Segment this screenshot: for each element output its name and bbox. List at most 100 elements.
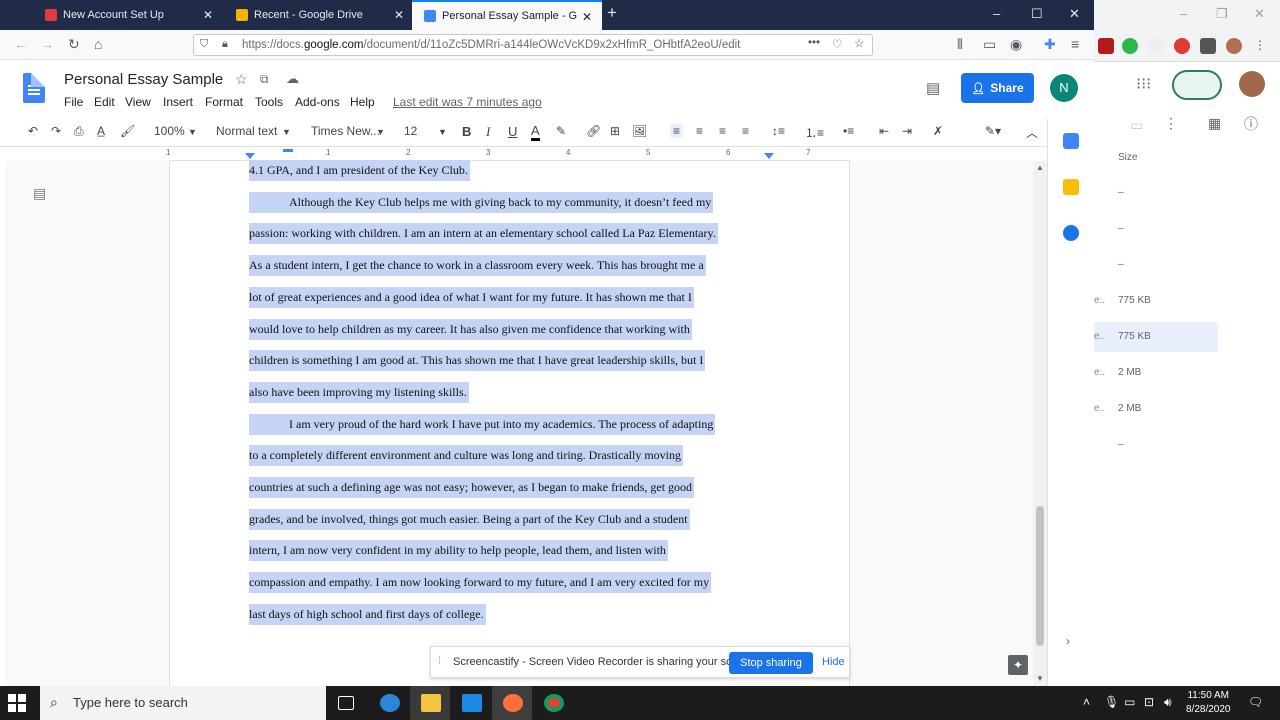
insert-image-icon[interactable]: 🖼︎ xyxy=(632,124,647,138)
back-icon[interactable]: ← xyxy=(14,36,28,52)
document-line[interactable]: intern, I am now very confident in my ab… xyxy=(249,540,668,562)
document-outline-icon[interactable]: ▤ xyxy=(33,185,46,202)
profile-avatar-icon[interactable] xyxy=(1226,38,1242,54)
document-line[interactable]: countries at such a defining age was not… xyxy=(249,477,695,498)
power-icon[interactable]: ▭ xyxy=(1124,695,1135,709)
avatar[interactable] xyxy=(1239,71,1265,97)
document-line[interactable]: would love to help children as my career… xyxy=(249,318,692,340)
comment-icon[interactable]: ▤ xyxy=(926,79,940,97)
collapse-menus-icon[interactable]: ︿ xyxy=(1026,124,1038,141)
scroll-down-icon[interactable]: ▼ xyxy=(1036,674,1044,683)
document-line[interactable]: passion: working with children. I am an … xyxy=(249,223,718,245)
document-line[interactable]: also have been improving my listening sk… xyxy=(249,381,469,403)
file-explorer-icon[interactable] xyxy=(421,694,441,712)
decrease-indent-icon[interactable]: ⇤ xyxy=(879,124,889,138)
chrome-icon[interactable] xyxy=(544,694,564,712)
align-right-icon[interactable]: ≡ xyxy=(719,124,726,138)
chevron-down-icon[interactable]: ▼ xyxy=(188,127,197,137)
menu-kebab-icon[interactable]: ⋮ xyxy=(1254,38,1266,54)
firefox-icon[interactable] xyxy=(503,694,523,712)
spellcheck-icon[interactable]: A̲ xyxy=(97,124,105,138)
document-line[interactable]: As a student intern, I get the chance to… xyxy=(249,255,706,277)
drag-handle-icon[interactable]: ⁞ xyxy=(438,655,441,667)
network-icon[interactable]: ⊡ xyxy=(1144,695,1154,709)
increase-indent-icon[interactable]: ⇥ xyxy=(902,124,912,138)
drive-file-row[interactable]: e.. 2 MB xyxy=(1094,394,1218,424)
calendar-icon[interactable] xyxy=(1063,133,1079,149)
move-folder-icon[interactable]: ⧉ xyxy=(260,72,269,87)
microphone-icon[interactable]: 🎙︎ xyxy=(1104,695,1119,709)
url-bar[interactable]: ⛉ 🔒︎ https://docs.google.com/document/d/… xyxy=(193,34,873,56)
windows-start-icon[interactable] xyxy=(8,694,26,712)
menu-edit[interactable]: Edit xyxy=(94,95,115,109)
share-button[interactable]: 👤︎ Share xyxy=(961,73,1034,103)
tab-personal-essay[interactable]: Personal Essay Sample - Googl ✕ xyxy=(412,0,602,30)
chevron-right-icon[interactable]: › xyxy=(1066,634,1070,648)
screencastify-extension-icon[interactable] xyxy=(1174,38,1190,54)
more-actions-icon[interactable]: ⋮ xyxy=(1164,115,1178,132)
avatar[interactable]: N xyxy=(1050,74,1078,102)
drive-file-row[interactable]: e.. 2 MB xyxy=(1094,358,1218,388)
drive-file-row[interactable]: e.. 775 KB xyxy=(1094,322,1218,352)
reload-icon[interactable]: ↻ xyxy=(68,36,80,53)
volume-icon[interactable]: 🔊︎ xyxy=(1164,695,1172,710)
stop-sharing-button[interactable]: Stop sharing xyxy=(729,652,813,674)
task-view-icon[interactable] xyxy=(338,696,354,710)
document-line[interactable]: Although the Key Club helps me with givi… xyxy=(249,191,714,213)
numbered-list-icon[interactable]: ⒈≡ xyxy=(805,124,824,141)
ruler[interactable]: 1 1 2 3 4 5 6 7 xyxy=(166,147,850,161)
paint-format-icon[interactable]: 🖌︎ xyxy=(120,124,135,138)
taskbar-clock[interactable]: 11:50 AM 8/28/2020 xyxy=(1186,689,1231,717)
explore-icon[interactable]: ✦ xyxy=(1008,655,1028,675)
drive-file-row[interactable]: – xyxy=(1094,250,1218,280)
print-icon[interactable]: ⎙ xyxy=(74,124,84,139)
cloud-status-icon[interactable]: ☁ xyxy=(286,71,299,87)
align-left-icon[interactable]: ≡ xyxy=(670,124,684,138)
account-icon[interactable]: ◉ xyxy=(1010,36,1022,53)
menu-format[interactable]: Format xyxy=(205,95,243,109)
minimize-icon[interactable]: – xyxy=(1180,6,1187,21)
style-select[interactable]: Normal text xyxy=(216,124,277,138)
minimize-icon[interactable]: – xyxy=(993,6,1000,21)
align-center-icon[interactable]: ≡ xyxy=(696,124,703,138)
pocket-icon[interactable]: ♡ xyxy=(832,37,842,51)
drive-file-row[interactable]: – xyxy=(1094,214,1218,244)
highlight-icon[interactable]: ✎ xyxy=(556,124,566,138)
scrollbar-thumb[interactable] xyxy=(1036,506,1044,646)
redo-icon[interactable]: ↷ xyxy=(51,124,61,138)
sidebar-icon[interactable]: ▭ xyxy=(983,36,996,53)
vertical-scrollbar[interactable]: ▲ ▼ xyxy=(1033,161,1047,686)
document-line[interactable]: children is something I am good at. This… xyxy=(249,350,706,372)
right-indent-marker[interactable] xyxy=(764,153,774,159)
new-tab-button[interactable]: + xyxy=(607,3,617,23)
link-icon[interactable]: 🔗︎ xyxy=(586,124,601,138)
grid-view-icon[interactable]: ▦ xyxy=(1208,115,1221,132)
chevron-up-icon[interactable]: ˄ xyxy=(1083,695,1090,709)
edge-icon[interactable] xyxy=(380,694,400,712)
restore-icon[interactable]: ❐ xyxy=(1216,6,1228,22)
close-tab-icon[interactable]: ✕ xyxy=(203,8,213,22)
chevron-down-icon[interactable]: ▼ xyxy=(376,127,385,137)
menu-help[interactable]: Help xyxy=(350,95,375,109)
justify-icon[interactable]: ≡ xyxy=(742,124,749,138)
mail-icon[interactable] xyxy=(462,694,482,712)
last-edit-link[interactable]: Last edit was 7 minutes ago xyxy=(393,95,542,109)
star-icon[interactable]: ☆ xyxy=(235,71,248,88)
extension-icon[interactable]: ✚ xyxy=(1044,36,1056,53)
acrobat-extension-icon[interactable] xyxy=(1098,38,1114,54)
menu-view[interactable]: View xyxy=(125,95,151,109)
close-window-icon[interactable]: ✕ xyxy=(1069,6,1080,22)
page-actions-icon[interactable]: ••• xyxy=(808,37,820,49)
drive-file-row[interactable]: – xyxy=(1094,178,1218,208)
add-comment-icon[interactable]: ⊞ xyxy=(610,124,620,138)
extension-icon[interactable] xyxy=(1148,38,1164,54)
bookmark-star-icon[interactable]: ☆ xyxy=(854,36,864,50)
hide-button[interactable]: Hide xyxy=(822,656,845,668)
menu-insert[interactable]: Insert xyxy=(163,95,193,109)
keep-icon[interactable] xyxy=(1063,179,1079,195)
menu-tools[interactable]: Tools xyxy=(255,95,283,109)
tab-new-account[interactable]: New Account Set Up ✕ xyxy=(33,0,223,30)
info-icon[interactable]: ⓘ xyxy=(1244,114,1258,134)
document-line[interactable]: grades, and be involved, things got much… xyxy=(249,508,690,530)
notifications-icon[interactable]: 🗨︎ xyxy=(1248,695,1263,709)
